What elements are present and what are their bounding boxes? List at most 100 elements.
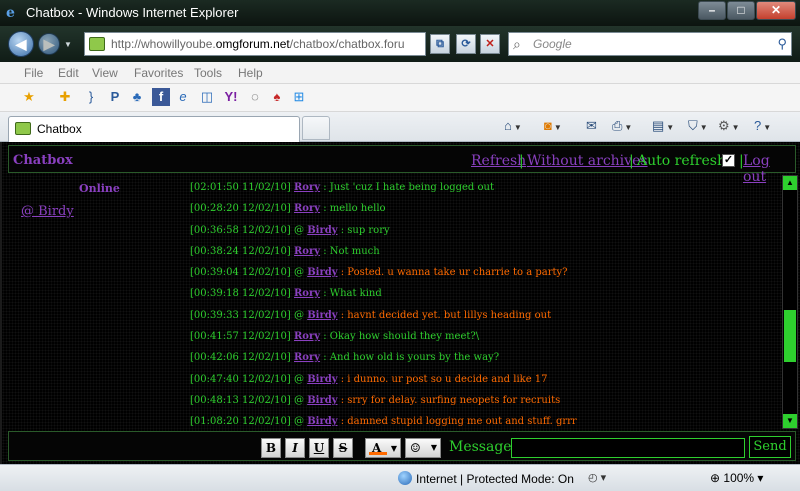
recent-pages-dropdown-icon[interactable]: ▼	[64, 40, 72, 49]
link-p-icon[interactable]: P	[106, 88, 124, 106]
refresh-link[interactable]: Refresh	[471, 153, 526, 169]
ie-logo-icon: e	[6, 5, 15, 21]
compatibility-view-icon[interactable]: ⧉	[430, 34, 450, 54]
tab-chatbox[interactable]: Chatbox	[8, 116, 300, 142]
search-box[interactable]: ⌕ Google ⚲	[508, 32, 792, 56]
mail-icon[interactable]: ✉	[586, 118, 597, 136]
strikethrough-button[interactable]: S	[333, 438, 353, 458]
message-user-link[interactable]: Birdy	[307, 374, 337, 385]
menu-help[interactable]: Help	[238, 66, 263, 80]
scroll-up-icon[interactable]: ▲	[783, 176, 797, 190]
yahoo-icon[interactable]: Y!	[222, 88, 240, 106]
message-timestamp: [00:41:57 12/02/10]	[190, 331, 291, 343]
user-prefix: @	[294, 373, 304, 385]
smiley-button[interactable]: ☺ ▼	[405, 438, 441, 458]
menu-bar: File Edit View Favorites Tools Help	[0, 62, 800, 84]
message-text: : i dunno. ur post so u decide and like …	[337, 373, 548, 385]
chat-message: [00:38:24 12/02/10] Rory : Not much	[190, 243, 780, 264]
message-timestamp: [00:39:04 12/02/10]	[190, 267, 291, 279]
send-button[interactable]: Send	[749, 436, 791, 458]
message-user-link[interactable]: Rory	[294, 182, 320, 193]
auto-refresh-checkbox[interactable]: ✓	[722, 154, 735, 167]
message-timestamp: [00:39:18 12/02/10]	[190, 288, 291, 300]
security-zone[interactable]: Internet | Protected Mode: On	[398, 471, 574, 486]
chat-message: [00:39:18 12/02/10] Rory : What kind	[190, 285, 780, 306]
chat-message: [00:39:04 12/02/10] @ Birdy : Posted. u …	[190, 264, 780, 285]
page-favicon-icon	[89, 37, 105, 51]
windows-icon[interactable]: ⊞	[290, 88, 308, 106]
message-user-link[interactable]: Rory	[294, 352, 320, 363]
message-text: : Okay how should they meet?\	[320, 331, 480, 343]
search-icon[interactable]: ⚲	[777, 36, 787, 52]
home-icon[interactable]: ⌂ ▼	[504, 118, 522, 136]
menu-edit[interactable]: Edit	[58, 66, 79, 80]
user-prefix: @	[294, 394, 304, 406]
message-user-link[interactable]: Birdy	[307, 225, 337, 236]
scroll-down-icon[interactable]: ▼	[783, 414, 797, 428]
globe-icon	[398, 471, 412, 485]
stop-icon[interactable]: ✕	[480, 34, 500, 54]
status-bar: Internet | Protected Mode: On ◴ ▾ ⊕ 100%…	[0, 464, 800, 491]
tools-gear-icon[interactable]: ⚙ ▼	[718, 118, 740, 136]
address-bar[interactable]: http://whowillyoube.omgforum.net/chatbox…	[84, 32, 426, 56]
facebook-icon[interactable]: f	[152, 88, 170, 106]
zoom-control[interactable]: ⊕ 100% ▾	[710, 471, 763, 485]
header-separator: |	[629, 153, 634, 169]
maximize-button[interactable]: □	[727, 1, 755, 20]
minimize-button[interactable]: –	[698, 1, 726, 20]
user-prefix: @	[294, 224, 304, 236]
message-user-link[interactable]: Rory	[294, 203, 320, 214]
link-box-icon[interactable]: ◫	[198, 88, 216, 106]
message-text: : srry for delay. surfing neopets for re…	[337, 394, 561, 406]
forward-button[interactable]: ▶	[38, 33, 60, 55]
protected-mode-icons[interactable]: ◴ ▾	[588, 471, 606, 484]
chevron-down-icon: ▼	[430, 443, 437, 452]
message-user-link[interactable]: Birdy	[307, 395, 337, 406]
favorites-bar: ★ ✚ } P ♣ f e ◫ Y! ◌ ♠ ⊞	[0, 84, 800, 112]
tab-bar: Chatbox ⌂ ▼ ◙ ▼ ✉ ⎙ ▼ ▤ ▼ ⛉ ▼ ⚙ ▼ ? ▼	[0, 112, 800, 142]
chat-message: [02:01:50 11/02/10] Rory : Just 'cuz I h…	[190, 179, 780, 200]
menu-file[interactable]: File	[24, 66, 43, 80]
menu-tools[interactable]: Tools	[194, 66, 222, 80]
underline-button[interactable]: U	[309, 438, 329, 458]
close-window-button[interactable]: ✕	[756, 1, 796, 20]
header-separator: |	[519, 153, 524, 169]
back-button[interactable]: ◀	[8, 31, 34, 57]
chat-scrollbar[interactable]: ▲ ▼	[782, 175, 798, 429]
link-bracket-icon[interactable]: }	[82, 88, 100, 106]
message-input[interactable]	[511, 438, 745, 458]
message-timestamp: [00:42:06 12/02/10]	[190, 352, 291, 364]
message-user-link[interactable]: Birdy	[307, 416, 337, 427]
message-user-link[interactable]: Rory	[294, 331, 320, 342]
help-icon[interactable]: ? ▼	[754, 118, 771, 136]
address-url[interactable]: http://whowillyoube.omgforum.net/chatbox…	[111, 37, 427, 51]
menu-view[interactable]: View	[92, 66, 118, 80]
user-prefix: @	[294, 309, 304, 321]
refresh-icon[interactable]: ⟳	[456, 34, 476, 54]
message-user-link[interactable]: Birdy	[307, 267, 337, 278]
italic-button[interactable]: I	[285, 438, 305, 458]
message-text: : And how old is yours by the way?	[320, 352, 500, 364]
print-icon[interactable]: ⎙ ▼	[612, 118, 632, 136]
link-speech-icon[interactable]: ◌	[246, 88, 264, 106]
link-plant-icon[interactable]: ♠	[268, 88, 286, 106]
text-color-button[interactable]: A ▼	[365, 438, 401, 458]
menu-favorites[interactable]: Favorites	[134, 66, 183, 80]
search-placeholder[interactable]: Google	[533, 37, 572, 51]
message-timestamp: [00:36:58 12/02/10]	[190, 224, 291, 236]
add-favorites-icon[interactable]: ✚	[56, 88, 74, 106]
link-people-icon[interactable]: ♣	[128, 88, 146, 106]
message-user-link[interactable]: Rory	[294, 288, 320, 299]
favorites-star-icon[interactable]: ★	[20, 88, 38, 106]
bold-button[interactable]: B	[261, 438, 281, 458]
message-user-link[interactable]: Birdy	[307, 310, 337, 321]
tab-label: Chatbox	[37, 122, 82, 136]
feeds-icon[interactable]: ◙ ▼	[544, 118, 562, 136]
safety-icon[interactable]: ⛉ ▼	[688, 118, 708, 136]
scroll-thumb[interactable]	[784, 310, 796, 362]
message-user-link[interactable]: Rory	[294, 246, 320, 257]
new-tab-button[interactable]	[302, 116, 330, 140]
online-user-birdy[interactable]: @ Birdy	[21, 204, 74, 219]
page-icon[interactable]: ▤ ▼	[652, 118, 674, 136]
link-ie-icon[interactable]: e	[174, 88, 192, 106]
